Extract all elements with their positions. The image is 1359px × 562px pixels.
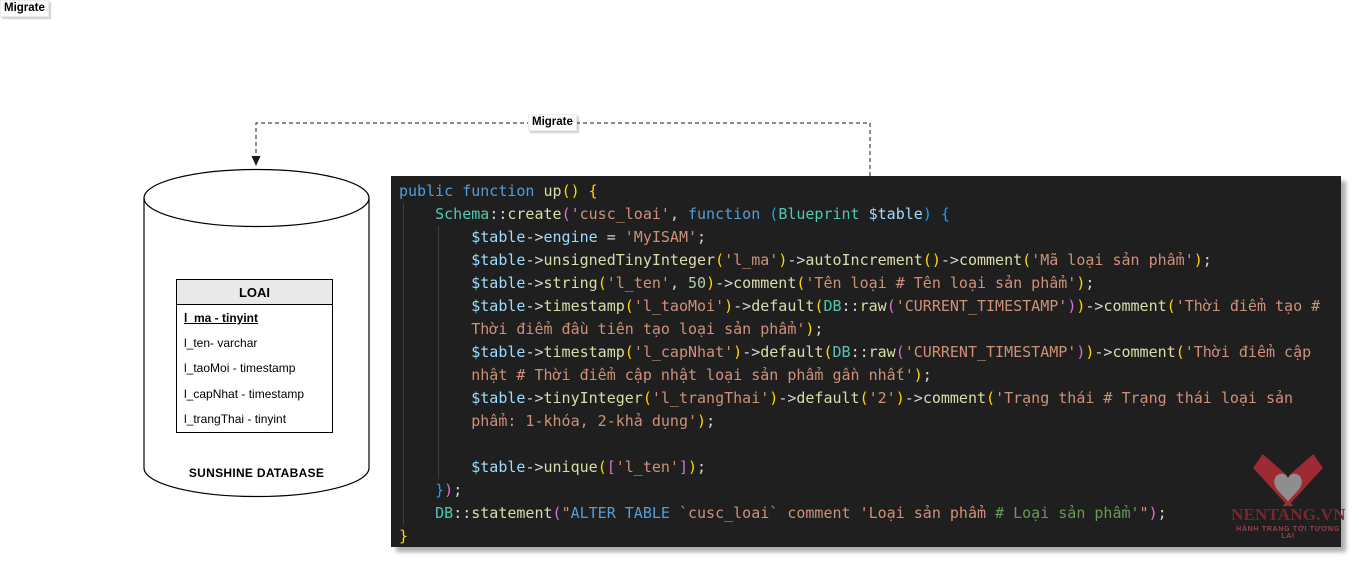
table-field-row: l_trangThai - tinyint (177, 407, 332, 432)
entity-table-fields: l_ma - tinyintl_ten- varcharl_taoMoi - t… (177, 305, 332, 432)
code-line: nhật # Thời điểm cập nhật loại sản phẩm … (399, 364, 1341, 387)
entity-table-title: LOAI (177, 280, 332, 305)
code-line: $table->tinyInteger('l_trangThai')->defa… (399, 387, 1341, 410)
cylinder-top (144, 170, 369, 227)
code-line: $table->timestamp('l_taoMoi')->default(D… (399, 295, 1341, 318)
database-shape[interactable]: LOAI l_ma - tinyintl_ten- varcharl_taoMo… (143, 168, 370, 498)
connector-migrate-label[interactable]: Migrate (528, 114, 577, 131)
table-field-row: l_ma - tinyint (177, 305, 332, 330)
logo-tagline: HÀNH TRANG TỚI TƯƠNG LAI (1231, 526, 1345, 540)
table-field-row: l_ten- varchar (177, 330, 332, 355)
code-line: $table->unsignedTinyInteger('l_ma')->aut… (399, 249, 1341, 272)
code-line: } (399, 525, 1341, 548)
code-line: phẩm: 1-khóa, 2-khả dụng'); (399, 410, 1341, 433)
indent-guide (403, 203, 404, 525)
code-line: $table->engine = 'MyISAM'; (399, 226, 1341, 249)
nentang-watermark: NENTANG.VN HÀNH TRANG TỚI TƯƠNG LAI (1231, 451, 1345, 540)
logo-title: NENTANG.VN (1231, 505, 1345, 525)
code-line: Thời điểm đầu tiên tạo loại sản phẩm'); (399, 318, 1341, 341)
arrowhead-icon (252, 156, 261, 166)
code-editor[interactable]: public function up() { Schema::create('c… (391, 176, 1341, 547)
table-field-row: l_taoMoi - timestamp (177, 356, 332, 381)
indent-guide (438, 226, 439, 479)
code-line: $table->timestamp('l_capNhat')->default(… (399, 341, 1341, 364)
heart-icon (1274, 474, 1301, 502)
code-line: $table->string('l_ten', 50)->comment('Tê… (399, 272, 1341, 295)
entity-table-loai[interactable]: LOAI l_ma - tinyintl_ten- varcharl_taoMo… (176, 279, 333, 433)
code-line: }); (399, 479, 1341, 502)
code-line: Schema::create('cusc_loai', function (Bl… (399, 203, 1341, 226)
database-name-label: SUNSHINE DATABASE (143, 466, 370, 480)
code-line: DB::statement("ALTER TABLE `cusc_loai` c… (399, 502, 1341, 525)
code-line: public function up() { (399, 180, 1341, 203)
code-lines: public function up() { Schema::create('c… (399, 180, 1341, 548)
diagram-canvas: Migrate Migrate LOAI l_ma - tinyintl_ten… (0, 0, 1359, 562)
nentang-logo-icon (1251, 451, 1325, 507)
table-field-row: l_capNhat - timestamp (177, 381, 332, 406)
code-line: $table->unique(['l_ten']); (399, 456, 1341, 479)
corner-migrate-label: Migrate (0, 0, 49, 17)
code-line (399, 433, 1341, 456)
